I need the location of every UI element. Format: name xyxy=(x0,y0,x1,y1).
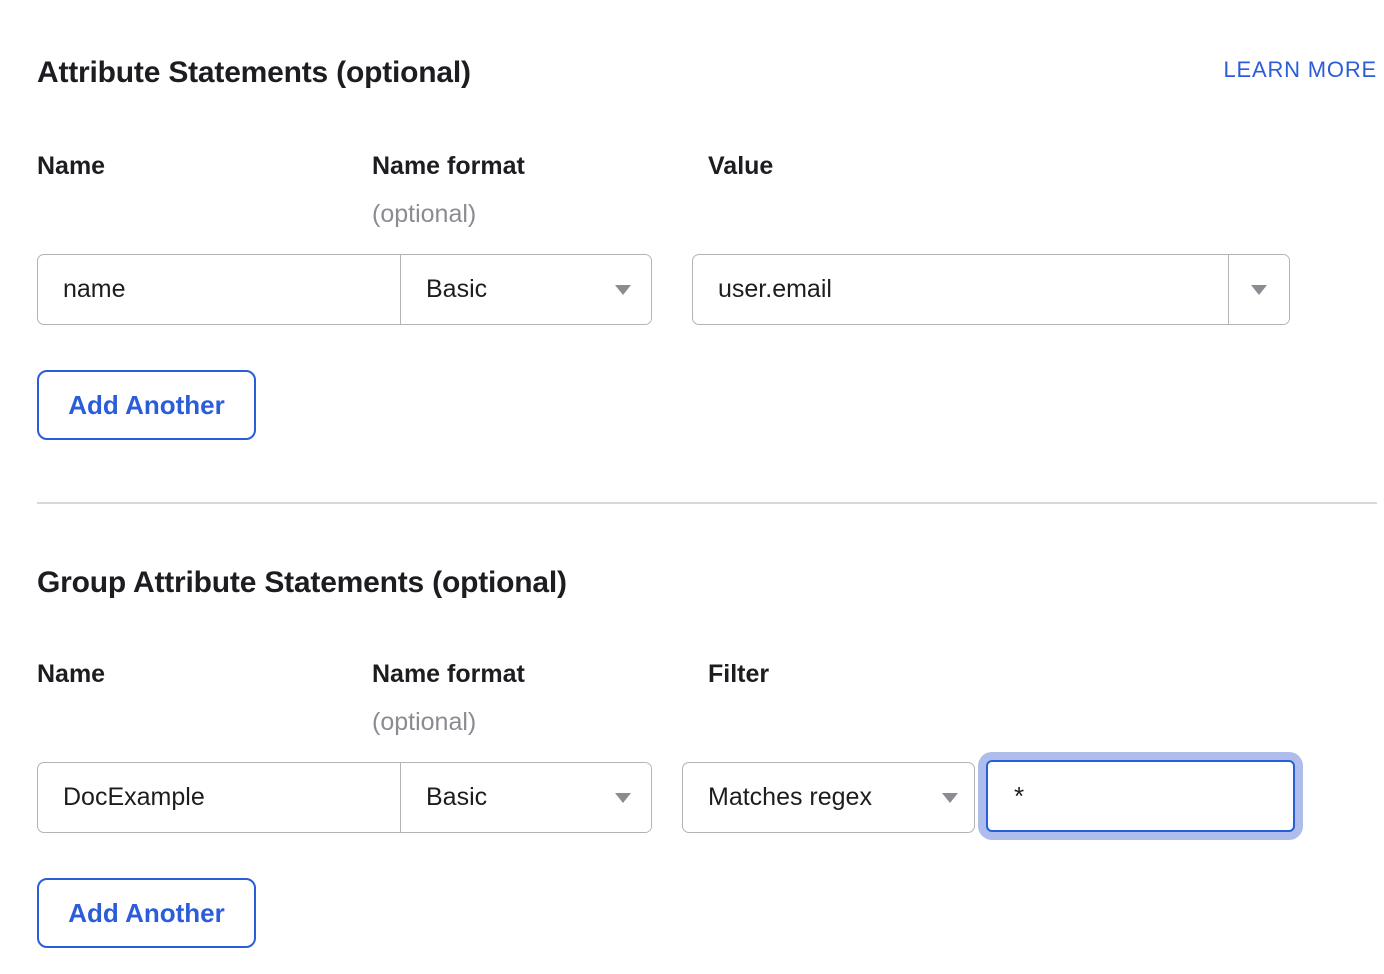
attr-name-format-selected-value: Basic xyxy=(426,275,487,304)
group-name-and-format-group: Basic xyxy=(37,762,652,833)
group-filter-column-label: Filter xyxy=(708,660,769,689)
attr-value-combobox xyxy=(692,254,1290,325)
attr-value-column-label: Value xyxy=(708,152,773,181)
attr-name-and-format-group: Basic xyxy=(37,254,652,325)
group-name-format-selected-value: Basic xyxy=(426,783,487,812)
caret-down-icon xyxy=(942,793,958,803)
attribute-statements-title: Attribute Statements (optional) xyxy=(37,56,471,90)
attr-add-another-button[interactable]: Add Another xyxy=(37,370,256,440)
group-name-input[interactable] xyxy=(38,763,400,832)
group-name-format-column-label: Name format xyxy=(372,660,525,689)
attr-name-format-column-label: Name format xyxy=(372,152,525,181)
group-filter-value-input[interactable] xyxy=(988,762,1293,830)
group-name-format-optional-hint: (optional) xyxy=(372,708,476,737)
group-filter-type-selected-value: Matches regex xyxy=(708,783,872,812)
attr-value-dropdown-button[interactable] xyxy=(1228,255,1289,324)
group-filter-value-field-focused xyxy=(986,760,1295,832)
group-attribute-statements-title: Group Attribute Statements (optional) xyxy=(37,566,567,600)
group-name-column-label: Name xyxy=(37,660,105,689)
group-name-format-select[interactable]: Basic xyxy=(400,763,651,832)
caret-down-icon xyxy=(615,793,631,803)
attr-name-column-label: Name xyxy=(37,152,105,181)
attr-name-format-select[interactable]: Basic xyxy=(400,255,651,324)
attr-name-format-optional-hint: (optional) xyxy=(372,200,476,229)
caret-down-icon xyxy=(615,285,631,295)
group-filter-type-select[interactable]: Matches regex xyxy=(682,762,975,833)
attr-value-input[interactable] xyxy=(693,255,1228,324)
section-divider xyxy=(37,502,1377,504)
group-add-another-button[interactable]: Add Another xyxy=(37,878,256,948)
caret-down-icon xyxy=(1251,285,1267,295)
attr-name-input[interactable] xyxy=(38,255,400,324)
saml-settings-panel: Attribute Statements (optional) LEARN MO… xyxy=(0,0,1384,974)
learn-more-link[interactable]: LEARN MORE xyxy=(1224,57,1377,83)
